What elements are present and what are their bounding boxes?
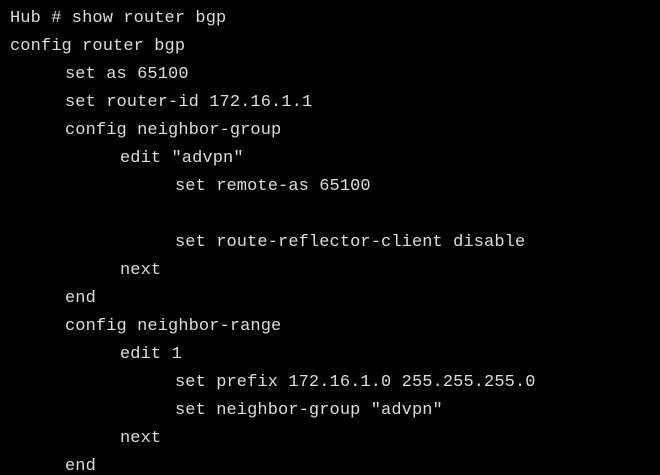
end-line: end xyxy=(65,289,96,308)
config-neighbor-range-line: config neighbor-range xyxy=(65,317,282,336)
set-remote-as-line: set remote-as 65100 xyxy=(175,177,371,196)
config-router-bgp-line: config router bgp xyxy=(10,37,186,56)
terminal-window[interactable]: Hub # show router bgp config router bgp … xyxy=(0,0,660,475)
edit-advpn-line: edit "advpn" xyxy=(120,149,244,168)
command-prompt-line: Hub # show router bgp xyxy=(10,9,227,28)
next-line: next xyxy=(120,429,162,448)
config-neighbor-group-line: config neighbor-group xyxy=(65,121,282,140)
set-as-line: set as 65100 xyxy=(65,65,189,84)
set-route-reflector-client-line: set route-reflector-client disable xyxy=(175,233,526,252)
edit-1-line: edit 1 xyxy=(120,345,182,364)
next-line: next xyxy=(120,261,162,280)
set-router-id-line: set router-id 172.16.1.1 xyxy=(65,93,313,112)
set-prefix-line: set prefix 172.16.1.0 255.255.255.0 xyxy=(175,373,536,392)
end-line: end xyxy=(65,457,96,475)
set-neighbor-group-line: set neighbor-group "advpn" xyxy=(175,401,443,420)
